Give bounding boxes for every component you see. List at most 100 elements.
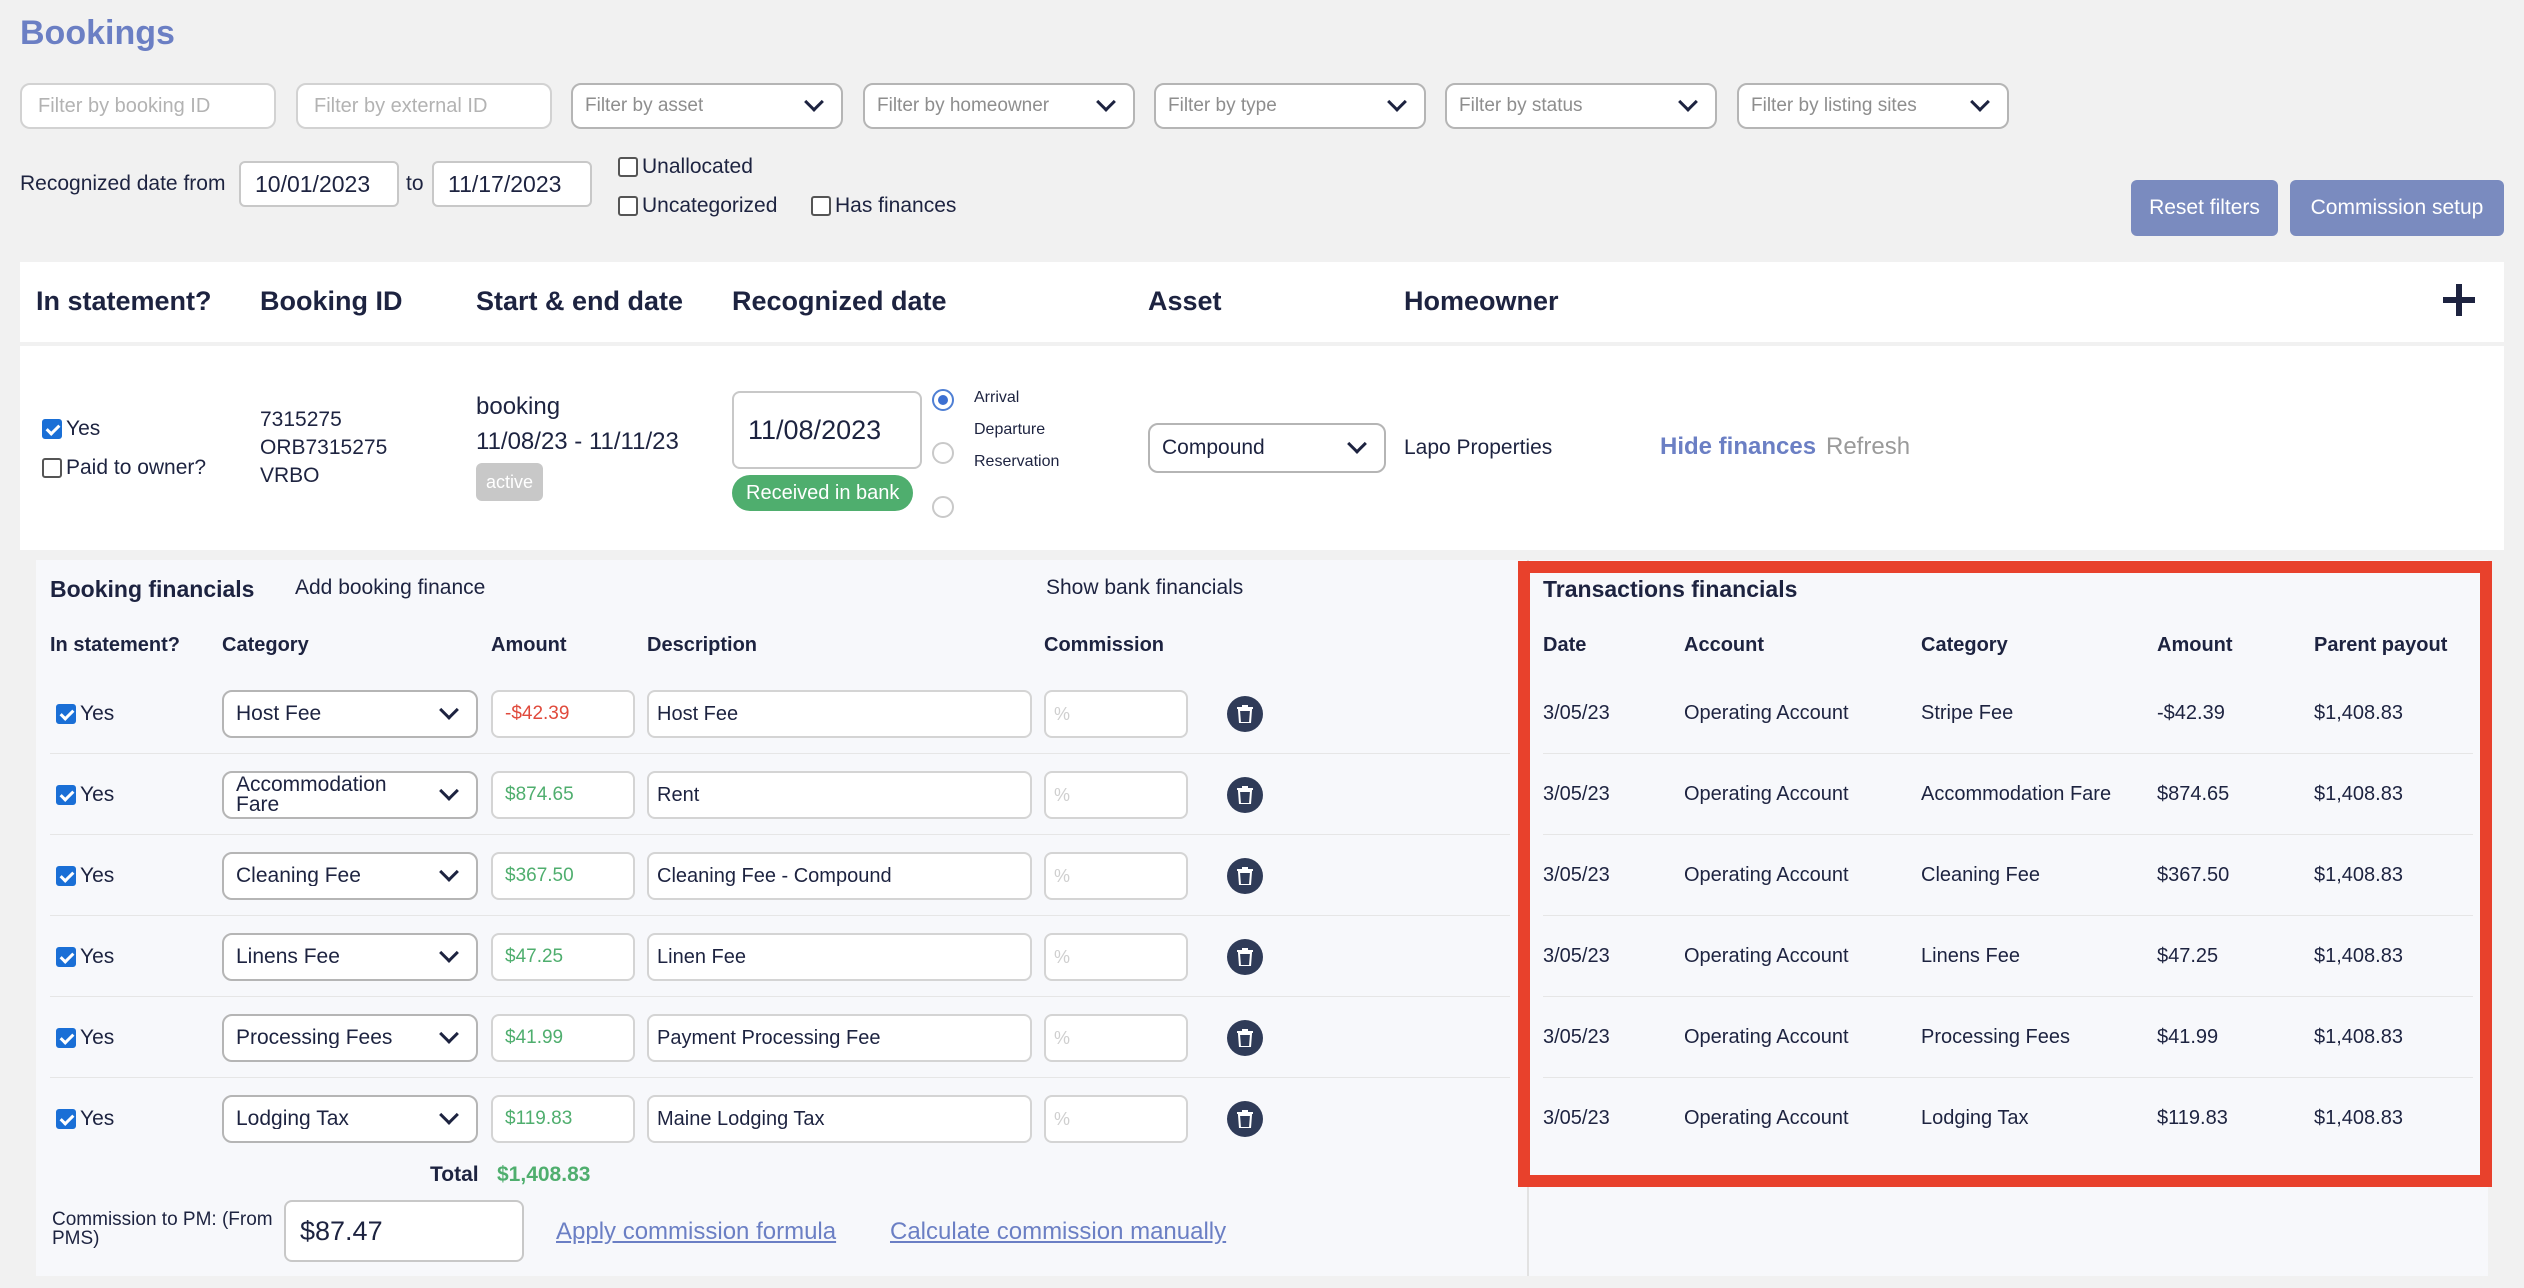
date-from-input[interactable]: 10/01/2023: [239, 161, 399, 207]
has-finances-label: Has finances: [835, 194, 957, 217]
in-statement-option[interactable]: Yes: [42, 417, 100, 441]
fin-row-category-select[interactable]: Accommodation Fare: [222, 771, 478, 819]
asset-select[interactable]: Compound: [1148, 423, 1386, 473]
booking-id-filter-input[interactable]: [20, 83, 276, 129]
calculate-commission-manually-link[interactable]: Calculate commission manually: [890, 1218, 1226, 1246]
paid-to-owner-checkbox[interactable]: [42, 458, 62, 478]
fin-row-in-statement[interactable]: Yes: [56, 1026, 114, 1050]
add-booking-plus-icon[interactable]: [2443, 284, 2475, 316]
fin-row-category-select[interactable]: Processing Fees: [222, 1014, 478, 1062]
row-divider: [50, 834, 1510, 835]
fin-header-amount: Amount: [491, 634, 567, 656]
listing-sites-filter-select[interactable]: Filter by listing sites: [1737, 83, 2009, 129]
reservation-label: Reservation: [974, 453, 1060, 470]
arrival-label: Arrival: [974, 389, 1020, 406]
fin-row-yes-label: Yes: [80, 1107, 115, 1130]
booking-id-value: 7315275: [260, 408, 342, 431]
trash-icon[interactable]: [1227, 777, 1263, 813]
trash-icon[interactable]: [1227, 696, 1263, 732]
refresh-link[interactable]: Refresh: [1826, 433, 1910, 461]
date-to-input[interactable]: 11/17/2023: [432, 161, 592, 207]
homeowner-filter-select[interactable]: Filter by homeowner: [863, 83, 1135, 129]
unallocated-option[interactable]: Unallocated: [618, 155, 753, 179]
fin-row-commission-input[interactable]: %: [1044, 771, 1188, 819]
reset-filters-button[interactable]: Reset filters: [2131, 180, 2278, 236]
fin-row-checkbox[interactable]: [56, 785, 76, 805]
fin-row-amount-input[interactable]: $119.83: [491, 1095, 635, 1143]
paid-to-owner-option[interactable]: Paid to owner?: [42, 456, 206, 480]
arrival-radio[interactable]: [932, 389, 954, 411]
fin-row-amount-input[interactable]: $41.99: [491, 1014, 635, 1062]
has-finances-option[interactable]: Has finances: [811, 194, 956, 218]
fin-row-checkbox[interactable]: [56, 1109, 76, 1129]
fin-row-amount-input[interactable]: -$42.39: [491, 690, 635, 738]
add-booking-finance-link[interactable]: Add booking finance: [295, 576, 485, 600]
fin-row-description-input[interactable]: Host Fee: [647, 690, 1032, 738]
fin-row-in-statement[interactable]: Yes: [56, 702, 114, 726]
fin-row-commission-input[interactable]: %: [1044, 690, 1188, 738]
in-statement-checkbox[interactable]: [42, 419, 62, 439]
commission-label: Commission to PM: (From PMS): [52, 1209, 273, 1249]
trash-icon[interactable]: [1227, 939, 1263, 975]
highlight-frame: [1518, 561, 2492, 1187]
fin-row-commission-input[interactable]: %: [1044, 852, 1188, 900]
fin-row-description-input[interactable]: Maine Lodging Tax: [647, 1095, 1032, 1143]
fin-row-checkbox[interactable]: [56, 1028, 76, 1048]
type-filter-select[interactable]: Filter by type: [1154, 83, 1426, 129]
hide-finances-link[interactable]: Hide finances: [1660, 433, 1816, 461]
commission-setup-button[interactable]: Commission setup: [2290, 180, 2504, 236]
commission-input[interactable]: $87.47: [284, 1200, 524, 1262]
row-divider: [50, 753, 1510, 754]
fin-row-in-statement[interactable]: Yes: [56, 945, 114, 969]
homeowner-value: Lapo Properties: [1404, 436, 1553, 459]
has-finances-checkbox[interactable]: [811, 196, 831, 216]
fin-row-amount-input[interactable]: $367.50: [491, 852, 635, 900]
header-recognized-date: Recognized date: [732, 286, 947, 316]
fin-row-amount-input[interactable]: $47.25: [491, 933, 635, 981]
fin-header-commission: Commission: [1044, 634, 1165, 656]
unallocated-checkbox[interactable]: [618, 157, 638, 177]
trash-icon[interactable]: [1227, 1020, 1263, 1056]
fin-row-commission-input[interactable]: %: [1044, 933, 1188, 981]
fin-row-category-select[interactable]: Lodging Tax: [222, 1095, 478, 1143]
fin-row-category-select[interactable]: Cleaning Fee: [222, 852, 478, 900]
row-divider: [50, 915, 1510, 916]
trash-icon[interactable]: [1227, 858, 1263, 894]
uncategorized-checkbox[interactable]: [618, 196, 638, 216]
external-id-filter-input[interactable]: [296, 83, 552, 129]
chevron-down-icon: [439, 862, 459, 882]
fin-row-checkbox[interactable]: [56, 947, 76, 967]
show-bank-financials-link[interactable]: Show bank financials: [1046, 576, 1243, 600]
fin-row-commission-input[interactable]: %: [1044, 1014, 1188, 1062]
fin-row-in-statement[interactable]: Yes: [56, 783, 114, 807]
reservation-radio[interactable]: [932, 496, 954, 518]
type-filter-placeholder: Filter by type: [1168, 95, 1277, 116]
fin-row-description-input[interactable]: Cleaning Fee - Compound: [647, 852, 1032, 900]
fin-row-description-input[interactable]: Payment Processing Fee: [647, 1014, 1032, 1062]
fin-row-in-statement[interactable]: Yes: [56, 864, 114, 888]
header-in-statement: In statement?: [36, 286, 212, 316]
asset-filter-select[interactable]: Filter by asset: [571, 83, 843, 129]
trash-icon[interactable]: [1227, 1101, 1263, 1137]
fin-row-checkbox[interactable]: [56, 704, 76, 724]
fin-row-category-select[interactable]: Host Fee: [222, 690, 478, 738]
fin-row-checkbox[interactable]: [56, 866, 76, 886]
fin-header-category: Category: [222, 634, 309, 656]
uncategorized-option[interactable]: Uncategorized: [618, 194, 777, 218]
fin-row-commission-input[interactable]: %: [1044, 1095, 1188, 1143]
header-start-end-date: Start & end date: [476, 286, 684, 316]
departure-radio[interactable]: [932, 442, 954, 464]
status-filter-select[interactable]: Filter by status: [1445, 83, 1717, 129]
fin-row-in-statement[interactable]: Yes: [56, 1107, 114, 1131]
fin-row-amount-input[interactable]: $874.65: [491, 771, 635, 819]
chevron-down-icon: [804, 92, 824, 112]
external-id-value: ORB7315275: [260, 436, 388, 459]
total-value: $1,408.83: [497, 1163, 591, 1186]
fin-row-yes-label: Yes: [80, 864, 115, 887]
fin-row-description-input[interactable]: Rent: [647, 771, 1032, 819]
unallocated-label: Unallocated: [642, 155, 753, 178]
fin-row-description-input[interactable]: Linen Fee: [647, 933, 1032, 981]
recognized-date-input[interactable]: 11/08/2023: [732, 391, 922, 469]
fin-row-category-select[interactable]: Linens Fee: [222, 933, 478, 981]
apply-commission-formula-link[interactable]: Apply commission formula: [556, 1218, 836, 1246]
